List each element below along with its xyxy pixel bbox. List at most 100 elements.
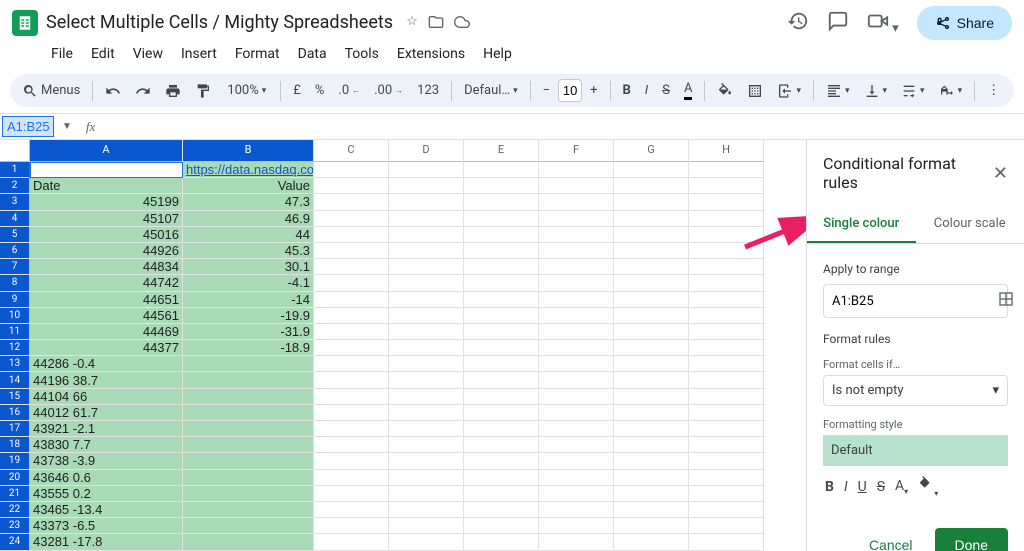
row-header[interactable]: 21	[0, 486, 30, 502]
print-button[interactable]	[159, 78, 187, 104]
row-header[interactable]: 22	[0, 502, 30, 518]
merge-button[interactable]: ▾	[771, 78, 807, 104]
cell[interactable]	[314, 162, 389, 178]
cell[interactable]	[539, 292, 614, 308]
cell[interactable]: 30.1	[183, 259, 314, 275]
cell[interactable]	[614, 243, 689, 259]
cancel-button[interactable]: Cancel	[855, 528, 927, 551]
decrease-font-button[interactable]: −	[537, 78, 556, 104]
cell[interactable]	[689, 389, 764, 405]
cell[interactable]	[389, 275, 464, 291]
style-fill-color[interactable]: ▾	[918, 476, 938, 498]
cell[interactable]	[389, 470, 464, 486]
cell[interactable]	[464, 194, 539, 210]
cell[interactable]: -18.9	[183, 340, 314, 356]
cell[interactable]	[464, 211, 539, 227]
cell[interactable]	[314, 437, 389, 453]
cell[interactable]	[689, 421, 764, 437]
cell[interactable]: 43555 0.2	[30, 486, 183, 502]
cell[interactable]	[689, 308, 764, 324]
cell[interactable]	[539, 405, 614, 421]
cell[interactable]	[389, 194, 464, 210]
cell[interactable]	[183, 453, 314, 469]
cell[interactable]	[183, 437, 314, 453]
column-header-a[interactable]: A	[30, 140, 183, 162]
more-formats-button[interactable]: 123	[411, 78, 445, 104]
cell[interactable]	[389, 162, 464, 178]
row-header[interactable]: 1	[0, 162, 30, 178]
cell[interactable]	[314, 502, 389, 518]
style-underline[interactable]: U	[858, 479, 867, 495]
cell[interactable]	[464, 502, 539, 518]
cloud-status-icon[interactable]	[454, 14, 470, 34]
cell[interactable]: 44651	[30, 292, 183, 308]
menu-format[interactable]: Format	[228, 42, 287, 66]
italic-button[interactable]: I	[639, 78, 654, 104]
cell[interactable]	[389, 340, 464, 356]
cell[interactable]	[314, 356, 389, 372]
row-header[interactable]: 7	[0, 259, 30, 275]
cell[interactable]	[389, 227, 464, 243]
cell[interactable]: 44926	[30, 243, 183, 259]
cell[interactable]	[539, 211, 614, 227]
cell[interactable]	[539, 324, 614, 340]
cell[interactable]	[689, 292, 764, 308]
name-box[interactable]	[2, 116, 54, 137]
cell[interactable]	[183, 421, 314, 437]
cell[interactable]: 43373 -6.5	[30, 518, 183, 534]
cell[interactable]	[539, 372, 614, 388]
cell[interactable]: 43738 -3.9	[30, 453, 183, 469]
share-button[interactable]: Share	[917, 6, 1012, 40]
cell[interactable]	[539, 308, 614, 324]
cell[interactable]: Value	[183, 178, 314, 194]
cell[interactable]: -31.9	[183, 324, 314, 340]
cell[interactable]	[464, 275, 539, 291]
cell[interactable]	[614, 162, 689, 178]
cell[interactable]: 44561	[30, 308, 183, 324]
undo-button[interactable]	[99, 78, 127, 104]
cell[interactable]	[614, 292, 689, 308]
spreadsheet-grid[interactable]: ABCDEFGH 1https://data.nasdaq.com/ap2Dat…	[0, 140, 806, 551]
cell[interactable]	[614, 389, 689, 405]
cell[interactable]: 45199	[30, 194, 183, 210]
cell[interactable]	[614, 211, 689, 227]
font-size-input[interactable]	[558, 79, 582, 102]
cell[interactable]	[689, 437, 764, 453]
cell[interactable]	[689, 227, 764, 243]
cell[interactable]	[314, 178, 389, 194]
cell[interactable]: 45016	[30, 227, 183, 243]
cell[interactable]	[464, 308, 539, 324]
cell[interactable]	[614, 470, 689, 486]
cell[interactable]	[183, 405, 314, 421]
row-header[interactable]: 2	[0, 178, 30, 194]
cell[interactable]	[539, 259, 614, 275]
cell[interactable]	[389, 453, 464, 469]
row-header[interactable]: 24	[0, 534, 30, 550]
cell[interactable]	[183, 518, 314, 534]
cell[interactable]	[464, 518, 539, 534]
cell[interactable]: 45.3	[183, 243, 314, 259]
style-strikethrough[interactable]: S	[877, 479, 885, 495]
text-color-button[interactable]: A	[678, 77, 698, 104]
tab-single-colour[interactable]: Single colour	[807, 206, 916, 243]
cell[interactable]	[389, 405, 464, 421]
cell[interactable]	[539, 275, 614, 291]
cell[interactable]	[464, 470, 539, 486]
cell[interactable]: 43281 -17.8	[30, 534, 183, 550]
cell[interactable]: 44196 38.7	[30, 372, 183, 388]
cell[interactable]: 44104 66	[30, 389, 183, 405]
row-header[interactable]: 18	[0, 437, 30, 453]
menu-view[interactable]: View	[126, 42, 170, 66]
cell[interactable]	[689, 178, 764, 194]
cell[interactable]	[464, 259, 539, 275]
cell[interactable]	[614, 178, 689, 194]
cell[interactable]	[389, 308, 464, 324]
increase-decimal-button[interactable]: .00→	[368, 78, 409, 104]
cell[interactable]: 44469	[30, 324, 183, 340]
cell[interactable]	[314, 372, 389, 388]
fill-color-button[interactable]	[711, 78, 739, 104]
cell[interactable]	[614, 194, 689, 210]
column-header-g[interactable]: G	[614, 140, 689, 162]
cell[interactable]	[464, 324, 539, 340]
cell[interactable]	[689, 324, 764, 340]
